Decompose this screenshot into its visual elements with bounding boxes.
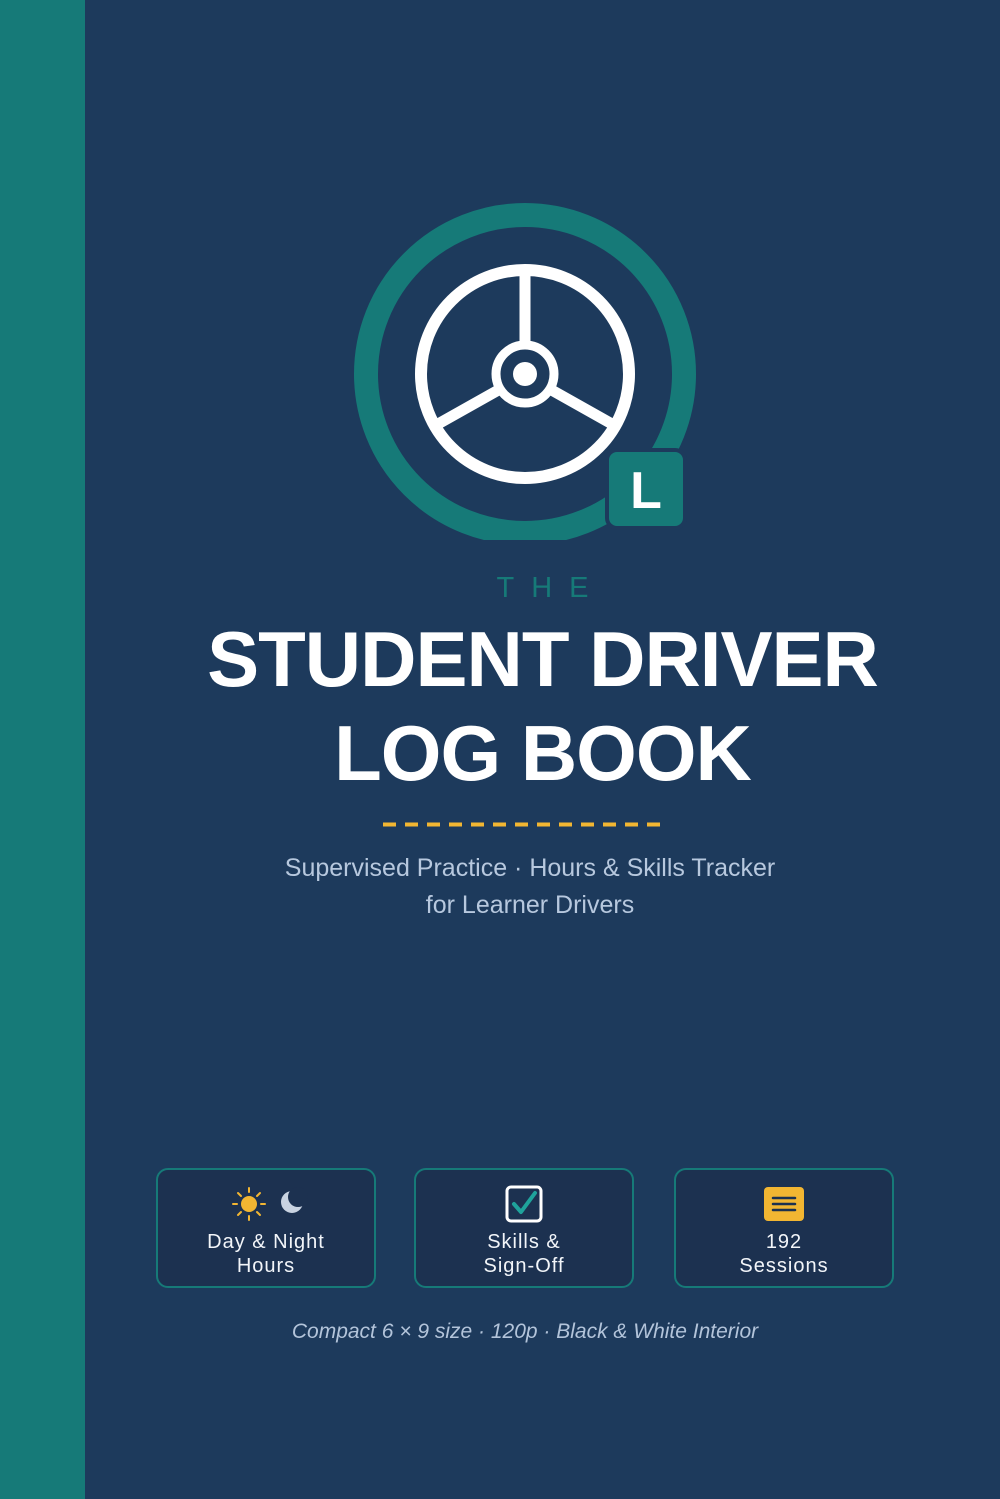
feature-sessions: 192 Sessions xyxy=(674,1168,894,1288)
dashed-divider xyxy=(383,822,669,827)
feature-label: Skills & Sign-Off xyxy=(483,1231,565,1277)
subtitle-line-2: for Learner Drivers xyxy=(425,891,635,919)
moon-icon xyxy=(281,1187,308,1213)
feature-skills-sign-off: Skills & Sign-Off xyxy=(414,1168,634,1288)
steering-wheel-logo: L xyxy=(354,203,696,540)
sun-moon-icon xyxy=(158,1184,374,1224)
learner-badge: L xyxy=(605,448,687,530)
feature-label: 192 Sessions xyxy=(739,1231,829,1277)
pre-title: THE xyxy=(496,572,606,604)
learner-badge-letter: L xyxy=(630,462,662,520)
cover-spine-stripe xyxy=(0,0,85,1499)
sun-icon xyxy=(232,1187,266,1221)
book-subtitle: Supervised Practice · Hours & Skills Tra… xyxy=(85,850,975,924)
book-title-line-1: STUDENT DRIVER xyxy=(207,615,879,703)
notes-icon xyxy=(676,1184,892,1224)
spec-line: Compact 6 × 9 size · 120p · Black & Whit… xyxy=(291,1320,759,1343)
feature-day-night-hours: Day & Night Hours xyxy=(156,1168,376,1288)
subtitle-line-1: Supervised Practice · Hours & Skills Tra… xyxy=(284,854,776,882)
book-title-line-2: LOG BOOK xyxy=(334,709,752,797)
checkbox-icon xyxy=(416,1184,632,1224)
feature-label: Day & Night Hours xyxy=(207,1231,325,1277)
book-title: STUDENT DRIVER LOG BOOK xyxy=(85,612,1000,800)
steering-wheel-icon xyxy=(415,264,635,484)
